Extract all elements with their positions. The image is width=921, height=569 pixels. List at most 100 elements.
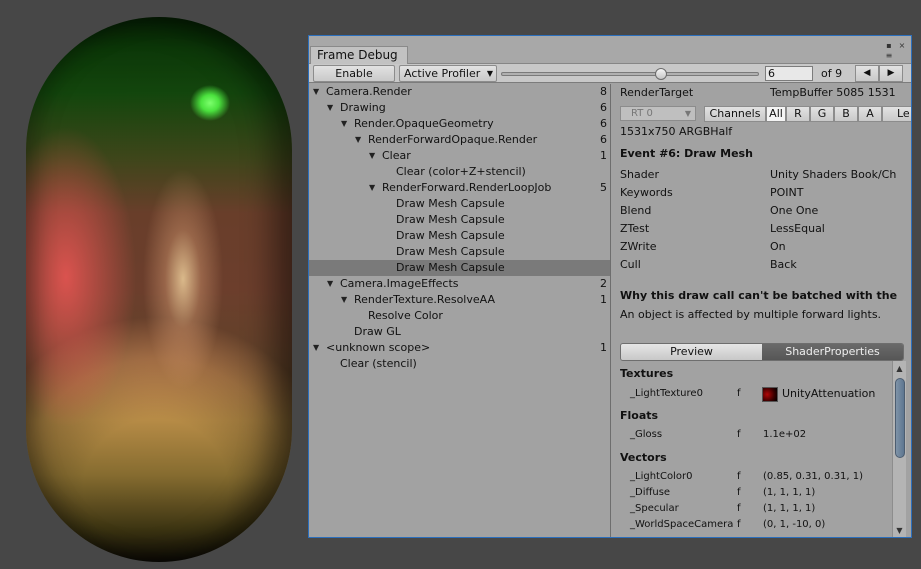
expand-triangle-icon[interactable]: ▼: [369, 180, 375, 196]
tree-row-label: <unknown scope>: [326, 341, 431, 354]
menu-icon[interactable]: ≡: [884, 51, 894, 60]
tree-row[interactable]: ▼ Clear 1: [309, 148, 610, 164]
rt-select-dropdown[interactable]: RT 0 ▼: [620, 106, 696, 121]
event-property-row: Blend One One: [620, 202, 911, 220]
close-icon[interactable]: ×: [897, 41, 907, 50]
float-value: 1.1e+02: [763, 429, 807, 440]
vector-value: (1, 1, 1, 1): [763, 503, 816, 514]
tree-row[interactable]: Draw GL: [309, 324, 610, 340]
tree-row-count: 1: [600, 149, 607, 162]
texture-name: _LightTexture0: [630, 388, 703, 399]
event-property-value: One One: [770, 204, 819, 217]
enable-button[interactable]: Enable: [313, 65, 395, 82]
channel-g-button[interactable]: G: [810, 106, 834, 122]
expand-triangle-icon[interactable]: ▼: [369, 148, 375, 164]
tree-row-count: 6: [600, 117, 607, 130]
tree-row-count: 5: [600, 181, 607, 194]
tree-row[interactable]: Clear (color+Z+stencil): [309, 164, 610, 180]
tree-row[interactable]: Clear (stencil): [309, 356, 610, 372]
tree-row-count: 1: [600, 293, 607, 306]
next-event-button[interactable]: ▶: [879, 65, 903, 82]
tree-row[interactable]: Draw Mesh Capsule: [309, 244, 610, 260]
vector-row: _Diffuse f (1, 1, 1, 1): [620, 485, 910, 501]
tree-row-label: Draw Mesh Capsule: [396, 245, 505, 258]
float-name: _Gloss: [630, 429, 663, 440]
active-profiler-dropdown[interactable]: Active Profiler ▼: [399, 65, 497, 82]
prev-event-button[interactable]: ◀: [855, 65, 879, 82]
tree-row[interactable]: Draw Mesh Capsule: [309, 196, 610, 212]
vectors-heading: Vectors: [620, 451, 667, 464]
tree-row[interactable]: ▼ RenderForwardOpaque.Render 6: [309, 132, 610, 148]
tree-row-count: 1: [600, 341, 607, 354]
event-property-key: ZWrite: [620, 240, 657, 253]
tree-row[interactable]: Draw Mesh Capsule: [309, 212, 610, 228]
tree-row[interactable]: Draw Mesh Capsule: [309, 228, 610, 244]
tree-row[interactable]: ▼ <unknown scope> 1: [309, 340, 610, 356]
scrollbar-thumb[interactable]: [895, 378, 905, 458]
tree-row-label: Clear (stencil): [340, 357, 417, 370]
tree-row[interactable]: ▼ Camera.ImageEffects 2: [309, 276, 610, 292]
event-total-label: of 9: [821, 67, 843, 80]
expand-triangle-icon[interactable]: ▼: [327, 276, 333, 292]
tree-row[interactable]: ▼ Drawing 6: [309, 100, 610, 116]
event-slider-track[interactable]: [501, 72, 759, 76]
tab-preview[interactable]: Preview: [621, 344, 762, 360]
vector-name: _WorldSpaceCamera: [630, 519, 734, 530]
channel-all-button[interactable]: All: [766, 106, 786, 122]
tree-row-count: 6: [600, 133, 607, 146]
event-property-value: Unity Shaders Book/Ch: [770, 168, 897, 181]
vector-value: (0, 1, -10, 0): [763, 519, 826, 530]
tree-row[interactable]: ▼ Render.OpaqueGeometry 6: [309, 116, 610, 132]
expand-triangle-icon[interactable]: ▼: [313, 340, 319, 356]
vector-flag: f: [737, 471, 741, 482]
expand-triangle-icon[interactable]: ▼: [327, 100, 333, 116]
event-property-key: Shader: [620, 168, 659, 181]
event-index-field[interactable]: 6: [765, 66, 813, 81]
tree-row[interactable]: ▼ RenderForward.RenderLoopJob 5: [309, 180, 610, 196]
lock-icon[interactable]: ▪: [884, 41, 894, 50]
vector-value: (0.85, 0.31, 0.31, 1): [763, 471, 864, 482]
tree-row-label: Draw Mesh Capsule: [396, 197, 505, 210]
tree-row-label: Draw Mesh Capsule: [396, 229, 505, 242]
float-row: _Gloss f 1.1e+02: [620, 427, 910, 443]
event-property-key: ZTest: [620, 222, 650, 235]
vector-flag: f: [737, 503, 741, 514]
event-detail-panel: RenderTarget TempBuffer 5085 1531 RT 0 ▼…: [611, 84, 911, 537]
event-property-row: Keywords POINT: [620, 184, 911, 202]
channel-b-button[interactable]: B: [834, 106, 858, 122]
tree-row[interactable]: Resolve Color: [309, 308, 610, 324]
scroll-down-icon[interactable]: ▼: [894, 525, 905, 537]
tree-row[interactable]: Draw Mesh Capsule: [309, 260, 610, 276]
vector-flag: f: [737, 487, 741, 498]
properties-scrollbar[interactable]: ▲ ▼: [892, 361, 906, 537]
expand-triangle-icon[interactable]: ▼: [313, 84, 319, 100]
texture-thumbnail[interactable]: [762, 387, 778, 402]
tree-row[interactable]: ▼ RenderTexture.ResolveAA 1: [309, 292, 610, 308]
event-property-value: LessEqual: [770, 222, 825, 235]
tree-row-label: Drawing: [340, 101, 386, 114]
channel-r-button[interactable]: R: [786, 106, 810, 122]
texture-row: _LightTexture0 f UnityAttenuation: [620, 385, 910, 403]
triangle-right-icon: ▶: [887, 68, 895, 78]
float-flag: f: [737, 429, 741, 440]
tree-row[interactable]: ▼ Camera.Render 8: [309, 84, 610, 100]
render-target-value: TempBuffer 5085 1531: [770, 86, 896, 99]
event-slider-thumb[interactable]: [655, 68, 667, 80]
render-target-row: RenderTarget TempBuffer 5085 1531: [620, 84, 911, 102]
scroll-up-icon[interactable]: ▲: [894, 363, 905, 375]
event-property-value: On: [770, 240, 786, 253]
resolution-row: 1531x750 ARGBHalf: [620, 123, 911, 141]
levels-label[interactable]: Le: [882, 106, 911, 122]
tree-row-label: RenderForward.RenderLoopJob: [382, 181, 552, 194]
frame-debug-tab[interactable]: Frame Debug: [310, 46, 408, 64]
expand-triangle-icon[interactable]: ▼: [341, 116, 347, 132]
expand-triangle-icon[interactable]: ▼: [341, 292, 347, 308]
channel-a-button[interactable]: A: [858, 106, 882, 122]
tree-row-label: Draw Mesh Capsule: [396, 261, 505, 274]
event-property-row: ZTest LessEqual: [620, 220, 911, 238]
tab-shader-properties[interactable]: ShaderProperties: [762, 344, 903, 360]
scene-viewport: [0, 0, 306, 569]
vector-row: _WorldSpaceCamera f (0, 1, -10, 0): [620, 517, 910, 533]
expand-triangle-icon[interactable]: ▼: [355, 132, 361, 148]
rt-select-label: RT 0: [631, 108, 653, 119]
